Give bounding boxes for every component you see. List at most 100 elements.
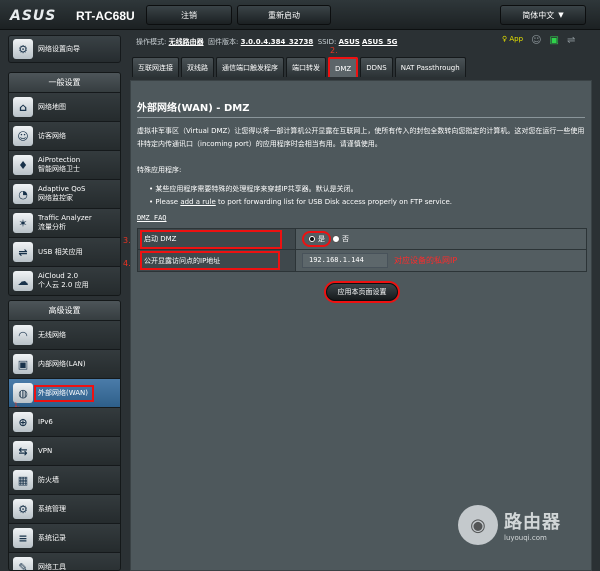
table-row: 公开显露访问点的IP地址 192.168.1.144 对应设备的私网IP (138, 250, 586, 271)
language-select[interactable]: 简体中文 ▼ (500, 5, 586, 25)
sidebar-item-label: Adaptive QoS (38, 185, 86, 193)
app-label: App (509, 35, 524, 43)
list-item: Please add a rule to port forwarding lis… (149, 196, 452, 209)
tab-dual-wan[interactable]: 双线路 (181, 57, 214, 77)
sidebar-item-label: IPv6 (38, 417, 53, 426)
cloud-icon: ☁ (13, 271, 33, 291)
traffic-analyzer-icon: ✶ (13, 213, 33, 233)
sidebar-item-administration[interactable]: ⚙ 系统管理 (9, 494, 120, 523)
special-apps-title: 特殊应用程序: (137, 166, 182, 174)
guest-network-icon: ☺ (13, 126, 33, 146)
ssid-5g-link[interactable]: ASUS_5G (362, 38, 397, 46)
user-icon[interactable]: ☺ (531, 35, 541, 46)
radio-no[interactable] (332, 235, 340, 243)
wan-tabs: 互联网连接 双线路 通信端口触发程序 端口转发 DMZ DDNS NAT Pas… (132, 57, 468, 77)
sidebar-item-aicloud[interactable]: ☁ AiCloud 2.0 个人云 2.0 应用 (9, 266, 120, 295)
sidebar-item-sublabel: 智能网络卫士 (38, 165, 80, 173)
ip-note: 对应设备的私网IP (394, 256, 458, 265)
watermark: ◉ 路由器 luyouqi.com (458, 505, 561, 545)
radio-yes[interactable] (308, 235, 316, 243)
add-rule-link[interactable]: add a rule (180, 198, 215, 206)
lan-icon: ▣ (13, 354, 33, 374)
sidebar-item-label: 网络地图 (38, 102, 66, 111)
tab-ddns[interactable]: DDNS (360, 57, 393, 77)
status-info-line: 操作模式: 无线路由器 固件版本: 3.0.0.4.384_32738 SSID… (136, 37, 397, 47)
ssid-label: SSID: (317, 38, 337, 46)
quick-setup-wizard-button[interactable]: ⚙ 网络设置向导 (8, 35, 121, 63)
watermark-url: luyouqi.com (504, 534, 547, 542)
chevron-down-icon: ▼ (558, 11, 564, 19)
sidebar-item-wireless[interactable]: ◠ 无线网络 (9, 320, 120, 349)
gauge-icon: ◔ (13, 184, 33, 204)
usb-icon: ⇌ (13, 242, 33, 262)
app-link[interactable]: ♀ App (502, 35, 523, 46)
sidebar-item-adaptive-qos[interactable]: ◔ Adaptive QoS 网络监控家 (9, 179, 120, 208)
globe-icon: ◍ (13, 383, 33, 403)
logout-button[interactable]: 注销 (146, 5, 232, 25)
bullet-text: to port forwarding list for USB Disk acc… (218, 198, 453, 206)
sidebar-item-guest-network[interactable]: ☺ 访客网络 (9, 121, 120, 150)
enable-dmz-label: 启动 DMZ (140, 229, 282, 249)
table-row: 启动 DMZ 是 否 (138, 229, 586, 250)
sidebar-item-usb-apps[interactable]: ⇌ USB 相关应用 (9, 237, 120, 266)
sidebar-item-aiprotection[interactable]: ♦ AiProtection 智能网络卫士 (9, 150, 120, 179)
sidebar-item-network-tools[interactable]: ✎ 网络工具 (9, 552, 120, 571)
bullet-text: Please (155, 198, 179, 206)
sidebar-item-vpn[interactable]: ⇆ VPN (9, 436, 120, 465)
mode-value-link[interactable]: 无线路由器 (169, 38, 204, 46)
sidebar-item-network-map[interactable]: ⌂ 网络地图 (9, 92, 120, 121)
sidebar-item-label: 系统管理 (38, 504, 66, 513)
sidebar-item-lan[interactable]: ▣ 内部网络(LAN) (9, 349, 120, 378)
usb-status-icon[interactable]: ⇌ (567, 35, 575, 46)
asus-logo: ASUS (10, 8, 57, 24)
sidebar-item-label: 访客网络 (38, 131, 66, 140)
tab-nat-passthrough[interactable]: NAT Passthrough (394, 57, 466, 77)
annotation-2: 2. (330, 46, 338, 55)
language-label: 简体中文 (522, 10, 555, 20)
ssid-2g-link[interactable]: ASUS (339, 38, 360, 46)
sidebar-item-ipv6[interactable]: ⊕ IPv6 (9, 407, 120, 436)
top-bar: ASUS RT-AC68U 注销 重新启动 简体中文 ▼ (0, 0, 600, 30)
tab-dmz[interactable]: DMZ (328, 57, 359, 77)
sidebar-item-firewall[interactable]: ▦ 防火墙 (9, 465, 120, 494)
annotation-1: 1. (14, 402, 20, 409)
reboot-button[interactable]: 重新启动 (237, 5, 331, 25)
tools-icon: ✎ (13, 557, 33, 570)
vpn-icon: ⇆ (13, 441, 33, 461)
gear-icon: ⚙ (13, 499, 33, 519)
annotation-4: 4. (123, 259, 131, 268)
exposed-ip-input[interactable]: 192.168.1.144 (302, 253, 388, 268)
special-apps-list: 某些应用程序需要特殊的处理程序来穿越IP共享器。默认是关闭。 Please ad… (149, 183, 452, 209)
router-model: RT-AC68U (76, 9, 135, 23)
dmz-faq-link[interactable]: DMZ FAQ (137, 214, 167, 222)
watermark-text: 路由器 (504, 512, 561, 533)
tab-internet-connection[interactable]: 互联网连接 (132, 57, 179, 77)
sidebar-item-label: 网络工具 (38, 562, 66, 571)
title-divider (137, 117, 585, 118)
sidebar: ⚙ 网络设置向导 一般设置 ⌂ 网络地图 ☺ 访客网络 ♦ AiProtecti… (0, 30, 128, 571)
ipv6-icon: ⊕ (13, 412, 33, 432)
sidebar-item-label: AiCloud 2.0 (38, 272, 79, 280)
network-status-icon[interactable]: ▣ (550, 35, 559, 46)
apply-button[interactable]: 应用本页面设置 (326, 283, 398, 301)
enable-dmz-yes-option[interactable]: 是 (302, 231, 331, 247)
mode-label: 操作模式: (136, 38, 167, 46)
advanced-settings-group: 高级设置 ◠ 无线网络 ▣ 内部网络(LAN) ◍ 外部网络(WAN) ⊕ IP… (8, 300, 121, 571)
tab-port-forwarding[interactable]: 端口转发 (286, 57, 326, 77)
radio-yes-label: 是 (318, 235, 325, 243)
tab-port-trigger[interactable]: 通信端口触发程序 (216, 57, 284, 77)
sidebar-item-sublabel: 流量分析 (38, 223, 66, 231)
sidebar-item-sublabel: 个人云 2.0 应用 (38, 281, 89, 289)
wizard-label: 网络设置向导 (38, 44, 80, 53)
annotation-3: 3. (123, 236, 131, 245)
firmware-value-link[interactable]: 3.0.0.4.384_32738 (241, 38, 314, 46)
sidebar-item-system-log[interactable]: ≡ 系统记录 (9, 523, 120, 552)
sidebar-item-sublabel: 网络监控家 (38, 194, 73, 202)
sidebar-item-wan[interactable]: ◍ 外部网络(WAN) (9, 378, 120, 407)
sidebar-item-label: 内部网络(LAN) (38, 359, 86, 368)
sidebar-item-label: USB 相关应用 (38, 247, 83, 256)
sidebar-item-label: 系统记录 (38, 533, 66, 542)
wizard-icon: ⚙ (13, 39, 33, 59)
bulb-icon: ♀ (502, 35, 508, 43)
sidebar-item-traffic-analyzer[interactable]: ✶ Traffic Analyzer 流量分析 (9, 208, 120, 237)
